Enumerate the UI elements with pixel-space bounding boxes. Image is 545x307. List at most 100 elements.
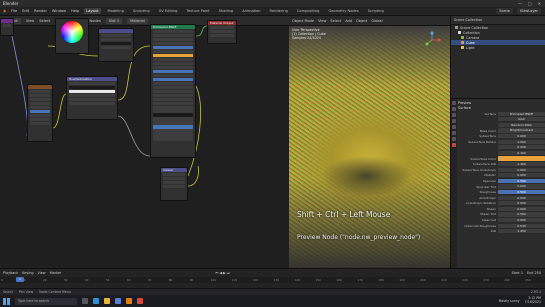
object-mode-dropdown[interactable]: Object Mode [292,19,314,23]
maximize-button[interactable]: □ [528,1,532,6]
property-value-field[interactable]: Principled BSDF [498,111,545,116]
menu-add[interactable]: Add [345,19,352,23]
menu-render[interactable]: Render [34,9,47,13]
orientation-dropdown[interactable]: Global [371,19,382,23]
property-value-field[interactable]: 0.000 [498,134,545,139]
node-hue-saturation[interactable]: Hue/Saturation [66,76,118,120]
outliner-row[interactable]: Light [451,45,545,50]
menu-select[interactable]: Select [330,19,341,23]
tab-sculpting[interactable]: Sculpting [131,8,152,14]
slot-dropdown[interactable]: Slot 1 [105,17,123,24]
file-explorer-icon[interactable] [104,298,110,304]
node-mix[interactable] [98,28,134,62]
tool-tab-icon[interactable] [452,101,456,105]
store-icon[interactable] [115,298,121,304]
material-tab-icon[interactable] [452,143,456,147]
node-color-wheel[interactable] [55,18,89,54]
properties-tabs [451,99,457,268]
output-tab-icon[interactable] [452,113,456,117]
menu-marker[interactable]: Marker [50,271,62,275]
node-purple[interactable] [0,18,14,36]
weather-label[interactable]: Mostly sunny [499,299,520,303]
node-viewer[interactable]: Viewer [160,167,188,201]
property-value-field[interactable]: 0.000 [498,201,545,206]
property-value-field[interactable]: 1.450 [498,229,545,234]
menu-select[interactable]: Select [39,19,50,23]
tab-animation[interactable]: Animation [240,8,262,14]
chrome-icon[interactable] [137,298,143,304]
menu-file[interactable]: File [11,9,17,13]
rendered-preview[interactable] [289,26,450,268]
task-view-icon[interactable] [82,298,88,304]
menu-keying[interactable]: Keying [22,271,33,275]
property-value-field[interactable]: 0.100 [498,150,545,156]
menu-object[interactable]: Object [356,19,367,23]
node-principled-bsdf[interactable]: Principled BSDF [150,24,196,158]
windows-start-icon[interactable] [3,297,10,305]
tab-layout[interactable]: Layout [84,8,101,14]
menu-edit[interactable]: Edit [22,9,29,13]
shader-node-editor[interactable]: Object View Select Add Node Use Nodes Sl… [0,16,289,268]
object-tab-icon[interactable] [452,131,456,135]
scene-field[interactable]: Scene [496,8,513,14]
blender-taskbar-icon[interactable] [126,298,132,304]
outliner-panel[interactable]: Scene Collection Scene Collection Collec… [450,16,545,98]
taskbar-search-input[interactable]: Type here to search [15,297,77,305]
tab-geometry-nodes[interactable]: Geometry Nodes [326,8,360,14]
property-value-field[interactable]: Bright/Contrast [498,128,545,133]
tab-uv-editing[interactable]: UV Editing [157,8,180,14]
edge-icon[interactable] [93,298,99,304]
view-layer-field[interactable]: ViewLayer [516,8,541,14]
tab-shading[interactable]: Shading [217,8,236,14]
property-value-field[interactable]: 0.000 [498,184,545,189]
property-value-field[interactable]: 0.500 [498,178,545,184]
property-value-field[interactable]: 0.000 [498,167,545,172]
playhead[interactable]: 1 [16,277,24,282]
property-label: IOR [490,229,496,234]
menu-view[interactable]: View [26,19,35,23]
node-material-output[interactable]: Material Output [207,20,237,44]
tab-rendering[interactable]: Rendering [268,8,290,14]
node-image-texture[interactable] [27,84,53,142]
property-value-field[interactable]: 0.500 [498,212,545,217]
property-value-field[interactable]: 0.200 [498,145,545,150]
end-frame-field[interactable]: End 250 [527,271,545,275]
play-controls[interactable]: ⏮ ◀ ▶ ⏭ [215,271,230,275]
world-tab-icon[interactable] [452,125,456,129]
render-tab-icon[interactable] [452,107,456,111]
properties-panel[interactable]: Preview Surface Surface Principled BSDF GG… [450,98,545,268]
property-value-field[interactable]: 0.000 [498,195,545,200]
menu-window[interactable]: Window [52,9,66,13]
property-value-field[interactable]: 0.000 [498,173,545,178]
clock[interactable]: 3:12 PM 7/16/2021 [525,297,541,304]
property-value-field[interactable]: 1.400 [498,162,545,167]
tab-modeling[interactable]: Modeling [106,8,126,14]
property-value-field[interactable]: 0.030 [498,223,545,228]
menu-playback[interactable]: Playback [3,271,18,275]
property-value-field[interactable]: 0.500 [498,190,545,195]
navigation-gizmo-icon[interactable] [422,30,442,50]
tab-texture-paint[interactable]: Texture Paint [184,8,211,14]
material-field[interactable]: Material [127,17,148,24]
minimize-button[interactable]: — [518,1,522,6]
timeline-tick-label: 40 [84,278,89,282]
3d-viewport[interactable]: Object Mode View Select Add Object Globa… [289,16,450,268]
property-value-field[interactable]: 1.000 [498,139,545,144]
scene-tab-icon[interactable] [452,119,456,123]
timeline[interactable]: Playback Keying View Marker ⏮ ◀ ▶ ⏭ Star… [0,268,545,288]
property-value-field[interactable]: Random Walk [498,122,545,128]
tab-scripting[interactable]: Scripting [366,8,386,14]
menu-view[interactable]: View [38,271,46,275]
blender-logo-icon[interactable]: ◉ [3,9,6,13]
property-value-field[interactable] [498,156,545,161]
modifier-tab-icon[interactable] [452,137,456,141]
color-wheel[interactable] [61,21,83,43]
menu-view[interactable]: View [318,19,326,23]
tab-compositing[interactable]: Compositing [295,8,322,14]
start-frame-field[interactable]: Start 1 [511,271,523,275]
property-value-field[interactable]: 0.000 [498,217,545,223]
close-button[interactable]: ✕ [538,1,541,6]
property-value-field[interactable]: GGX [498,117,545,122]
menu-help[interactable]: Help [71,9,79,13]
property-value-field[interactable]: 0.000 [498,206,545,211]
